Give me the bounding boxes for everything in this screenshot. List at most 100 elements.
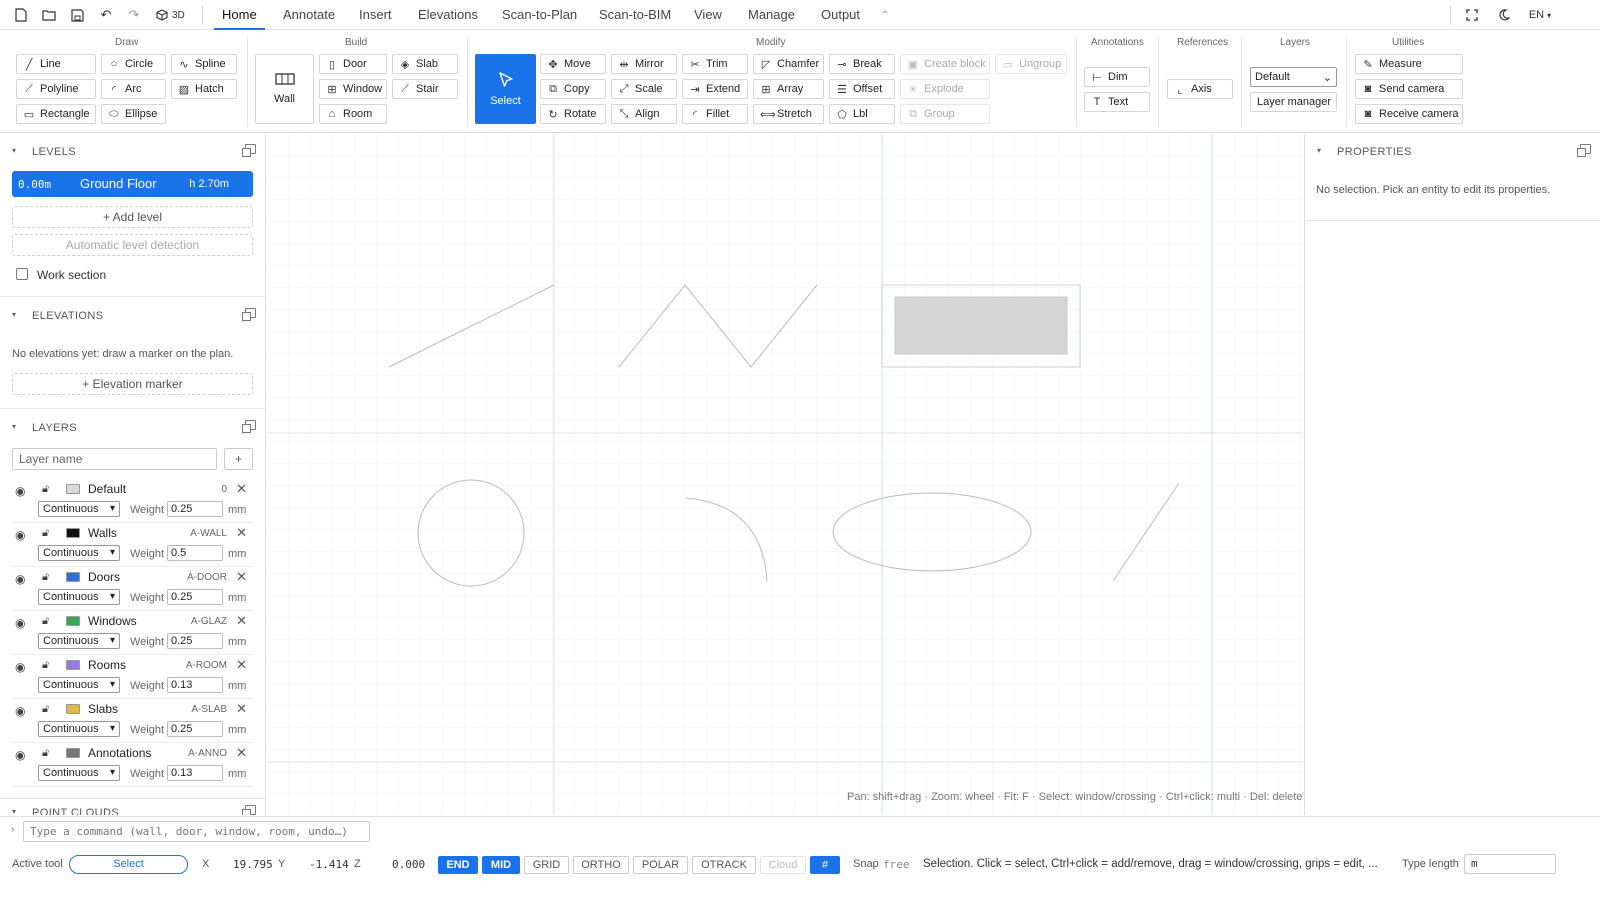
layer-row-walls[interactable]: ◉ 🔓︎ Walls A-WALL ✕ Continuous Weight 0.5… bbox=[12, 523, 253, 567]
layers-header[interactable]: ▾ LAYERS bbox=[0, 416, 265, 440]
drawing-canvas[interactable]: Pan: shift+drag · Zoom: wheel · Fit: F ·… bbox=[267, 134, 1303, 815]
layer-color-swatch[interactable] bbox=[66, 484, 80, 494]
elevations-header[interactable]: ▾ ELEVATIONS bbox=[0, 304, 265, 328]
snap-mid-toggle[interactable]: MID bbox=[482, 856, 520, 874]
eye-icon[interactable]: ◉ bbox=[15, 616, 25, 630]
chamfer-button[interactable]: ◸ Chamfer bbox=[753, 54, 824, 74]
active-tool-pill[interactable]: Select bbox=[69, 855, 188, 874]
redo-icon[interactable]: ↷ bbox=[126, 7, 142, 23]
rectangle-button[interactable]: ▭ Rectangle bbox=[16, 104, 96, 124]
open-folder-icon[interactable] bbox=[41, 7, 57, 23]
lock-icon[interactable]: 🔓︎ bbox=[42, 483, 49, 496]
layer-row-windows[interactable]: ◉ 🔓︎ Windows A-GLAZ ✕ Continuous Weight 0… bbox=[12, 611, 253, 655]
group-button[interactable]: ⧉ Group bbox=[900, 104, 990, 124]
auto-level-detection-button[interactable]: Automatic level detection bbox=[12, 234, 253, 256]
popout-icon[interactable] bbox=[242, 308, 256, 321]
popout-icon[interactable] bbox=[242, 805, 256, 815]
delete-icon[interactable]: ✕ bbox=[236, 657, 247, 673]
arc-button[interactable]: ◜ Arc bbox=[101, 79, 166, 99]
copy-button[interactable]: ⧉ Copy bbox=[540, 79, 606, 99]
eye-icon[interactable]: ◉ bbox=[15, 660, 25, 674]
drawn-hatch[interactable] bbox=[894, 296, 1068, 355]
stretch-button[interactable]: ⟺ Stretch bbox=[753, 104, 824, 124]
eye-icon[interactable]: ◉ bbox=[15, 572, 25, 586]
rotate-button[interactable]: ↻ Rotate bbox=[540, 104, 606, 124]
offset-button[interactable]: ☰ Offset bbox=[829, 79, 895, 99]
popout-icon[interactable] bbox=[1577, 144, 1591, 157]
door-button[interactable]: ▯ Door bbox=[319, 54, 387, 74]
wall-button[interactable]: Wall bbox=[255, 54, 314, 124]
add-level-button[interactable]: + Add level bbox=[12, 206, 253, 228]
layer-color-swatch[interactable] bbox=[66, 528, 80, 538]
receive-camera-button[interactable]: ◙ Receive camera bbox=[1355, 104, 1463, 124]
layer-select[interactable]: Default ⌄ bbox=[1250, 67, 1337, 87]
delete-icon[interactable]: ✕ bbox=[236, 569, 247, 585]
weight-input[interactable]: 0.25 bbox=[167, 633, 223, 649]
dim-button[interactable]: ⊢ Dim bbox=[1084, 67, 1150, 87]
layer-manager-button[interactable]: Layer manager bbox=[1250, 92, 1337, 112]
measure-button[interactable]: ✎ Measure bbox=[1355, 54, 1463, 74]
grid-toggle[interactable]: GRID bbox=[524, 856, 569, 874]
polyline-button[interactable]: ⟋ Polyline bbox=[16, 79, 96, 99]
send-camera-button[interactable]: ◙ Send camera bbox=[1355, 79, 1463, 99]
weight-input[interactable]: 0.13 bbox=[167, 677, 223, 693]
linetype-select[interactable]: Continuous bbox=[38, 765, 120, 781]
delete-icon[interactable]: ✕ bbox=[236, 745, 247, 761]
weight-input[interactable]: 0.13 bbox=[167, 765, 223, 781]
delete-icon[interactable]: ✕ bbox=[236, 701, 247, 717]
grid-snap-icon[interactable]: # bbox=[810, 856, 840, 874]
linetype-select[interactable]: Continuous bbox=[38, 721, 120, 737]
text-button[interactable]: T Text bbox=[1084, 92, 1150, 112]
array-button[interactable]: ⊞ Array bbox=[753, 79, 824, 99]
eye-icon[interactable]: ◉ bbox=[15, 704, 25, 718]
lock-icon[interactable]: 🔓︎ bbox=[42, 615, 49, 628]
delete-icon[interactable]: ✕ bbox=[236, 525, 247, 541]
fullscreen-icon[interactable] bbox=[1464, 7, 1480, 23]
lock-icon[interactable]: 🔓︎ bbox=[42, 747, 49, 760]
new-file-icon[interactable] bbox=[13, 7, 29, 23]
explode-button[interactable]: ✳ Explode bbox=[900, 79, 990, 99]
layer-color-swatch[interactable] bbox=[66, 704, 80, 714]
axis-button[interactable]: ⌞ Axis bbox=[1167, 79, 1233, 99]
room-button[interactable]: ⌂ Room bbox=[319, 104, 387, 124]
slab-button[interactable]: ◈ Slab bbox=[392, 54, 458, 74]
collapse-ribbon-icon[interactable]: ⌃ bbox=[877, 7, 893, 23]
add-elevation-marker-button[interactable]: + Elevation marker bbox=[12, 373, 253, 395]
ortho-toggle[interactable]: ORTHO bbox=[573, 856, 629, 874]
level-item-ground-floor[interactable]: 0.00m Ground Floor h 2.70m bbox=[12, 171, 253, 197]
type-length-input[interactable]: m bbox=[1464, 854, 1556, 874]
eye-icon[interactable]: ◉ bbox=[15, 528, 25, 542]
layer-row-slabs[interactable]: ◉ 🔓︎ Slabs A-SLAB ✕ Continuous Weight 0.2… bbox=[12, 699, 253, 743]
delete-icon[interactable]: ✕ bbox=[236, 481, 247, 497]
levels-header[interactable]: ▾ LEVELS bbox=[0, 140, 265, 164]
linetype-select[interactable]: Continuous bbox=[38, 633, 120, 649]
canvas-svg[interactable] bbox=[267, 134, 1303, 815]
label-button[interactable]: ⬠ Lbl bbox=[829, 104, 895, 124]
layer-row-annotations[interactable]: ◉ 🔓︎ Annotations A-ANNO ✕ Continuous Weig… bbox=[12, 743, 253, 787]
command-input[interactable] bbox=[23, 821, 370, 842]
view-3d-button[interactable]: 3D bbox=[156, 7, 190, 23]
break-button[interactable]: ⊸ Break bbox=[829, 54, 895, 74]
properties-header[interactable]: ▾ PROPERTIES bbox=[1305, 140, 1600, 164]
stair-button[interactable]: ⟋ Stair bbox=[392, 79, 458, 99]
weight-input[interactable]: 0.25 bbox=[167, 589, 223, 605]
linetype-select[interactable]: Continuous bbox=[38, 501, 120, 517]
eye-icon[interactable]: ◉ bbox=[15, 484, 25, 498]
weight-input[interactable]: 0.25 bbox=[167, 721, 223, 737]
snap-end-toggle[interactable]: END bbox=[438, 856, 478, 874]
linetype-select[interactable]: Continuous bbox=[38, 545, 120, 561]
save-icon[interactable] bbox=[69, 7, 85, 23]
add-layer-button[interactable]: + bbox=[224, 448, 253, 470]
eye-icon[interactable]: ◉ bbox=[15, 748, 25, 762]
tab-scan-to-bim[interactable]: Scan-to-BIM bbox=[591, 0, 679, 30]
point-clouds-header[interactable]: ▾ POINT CLOUDS bbox=[0, 801, 265, 815]
language-select[interactable]: EN ▾ bbox=[1528, 7, 1552, 23]
undo-icon[interactable]: ↶ bbox=[98, 7, 114, 23]
layer-name-input[interactable]: Layer name bbox=[12, 448, 217, 470]
cloud-toggle[interactable]: Cloud bbox=[760, 856, 806, 874]
lock-icon[interactable]: 🔓︎ bbox=[42, 659, 49, 672]
layer-row-default[interactable]: ◉ 🔓︎ Default 0 ✕ Continuous Weight 0.25 m… bbox=[12, 479, 253, 523]
tab-output[interactable]: Output bbox=[813, 0, 868, 30]
tab-view[interactable]: View bbox=[686, 0, 730, 30]
layer-color-swatch[interactable] bbox=[66, 572, 80, 582]
